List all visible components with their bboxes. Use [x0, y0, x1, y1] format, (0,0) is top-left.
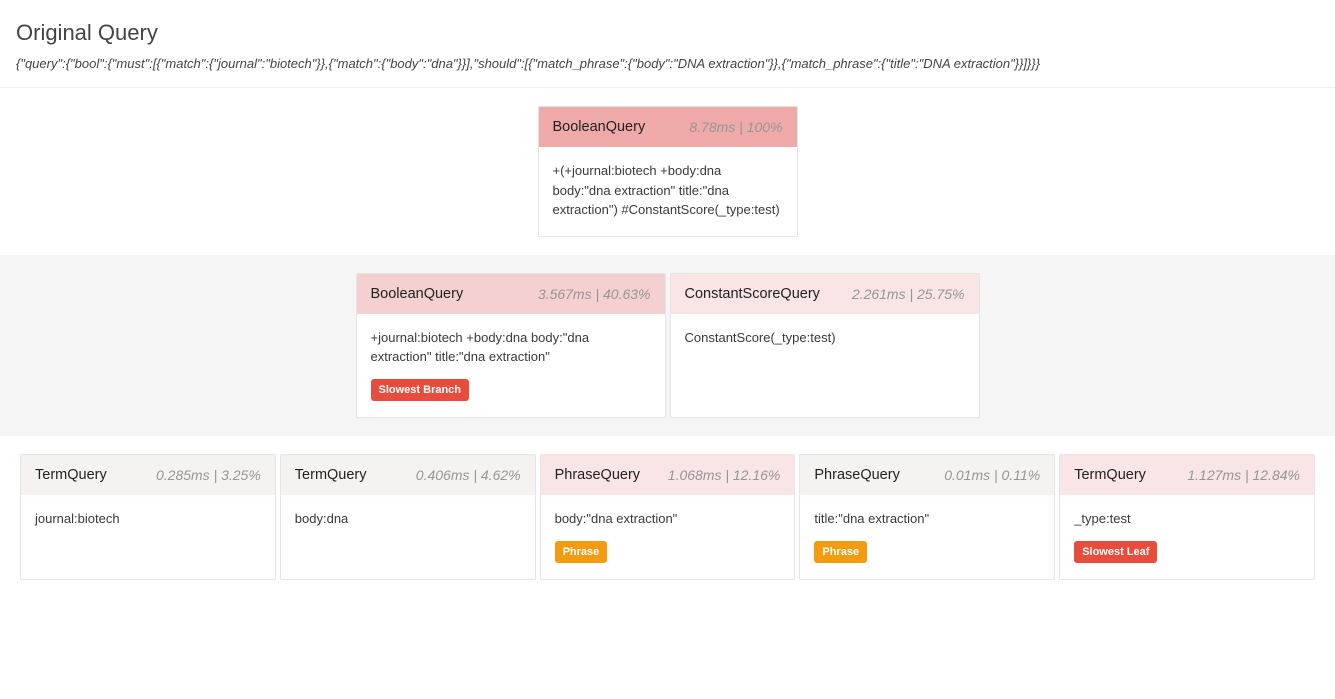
original-query-json: {"query":{"bool":{"must":[{"match":{"jou… [16, 56, 1319, 71]
query-node-stats: 1.127ms | 12.84% [1187, 467, 1300, 483]
query-node-header: PhraseQuery 0.01ms | 0.11% [800, 455, 1054, 495]
query-node-stats: 1.068ms | 12.16% [668, 467, 781, 483]
query-node-stats: 8.78ms | 100% [689, 119, 782, 135]
query-node-header: TermQuery 1.127ms | 12.84% [1060, 455, 1314, 495]
query-node-body: _type:testSlowest Leaf [1060, 495, 1314, 579]
status-badge: Slowest Branch [371, 379, 470, 402]
query-node-title: BooleanQuery [553, 119, 646, 135]
query-node-body: body:"dna extraction"Phrase [541, 495, 795, 579]
query-node-title: PhraseQuery [814, 467, 899, 483]
query-node-header: TermQuery 0.406ms | 4.62% [281, 455, 535, 495]
tree-level-1: BooleanQuery 3.567ms | 40.63% +journal:bio… [0, 255, 1335, 437]
query-node-stats: 0.01ms | 0.11% [944, 467, 1040, 483]
status-badge: Phrase [555, 541, 608, 564]
tree-level-0: BooleanQuery 8.78ms | 100% +(+journal:bi… [0, 88, 1335, 255]
query-node-header: ConstantScoreQuery 2.261ms | 25.75% [671, 274, 979, 314]
query-node-title: TermQuery [1074, 467, 1146, 483]
query-node-body: body:dna [281, 495, 535, 579]
query-node-title: TermQuery [35, 467, 107, 483]
original-query-header: Original Query {"query":{"bool":{"must":… [0, 0, 1335, 88]
query-node-stats: 2.261ms | 25.75% [852, 286, 965, 302]
query-node-leaf-3[interactable]: PhraseQuery 0.01ms | 0.11% title:"dna extr… [799, 454, 1055, 580]
query-node-body: +(+journal:biotech +body:dna body:"dna e… [539, 147, 797, 236]
query-node-body: +journal:biotech +body:dna body:"dna ext… [357, 314, 665, 418]
status-badge: Phrase [814, 541, 867, 564]
query-node-title: ConstantScoreQuery [685, 286, 820, 302]
query-node-header: TermQuery 0.285ms | 3.25% [21, 455, 275, 495]
query-node-root[interactable]: BooleanQuery 8.78ms | 100% +(+journal:bi… [538, 106, 798, 237]
query-node-mid-0[interactable]: BooleanQuery 3.567ms | 40.63% +journal:bio… [356, 273, 666, 419]
query-node-leaf-1[interactable]: TermQuery 0.406ms | 4.62% body:dna [280, 454, 536, 580]
query-node-header: BooleanQuery 8.78ms | 100% [539, 107, 797, 147]
query-node-title: BooleanQuery [371, 286, 464, 302]
status-badge: Slowest Leaf [1074, 541, 1157, 564]
query-node-stats: 0.285ms | 3.25% [156, 467, 261, 483]
query-node-stats: 3.567ms | 40.63% [538, 286, 651, 302]
query-node-leaf-4[interactable]: TermQuery 1.127ms | 12.84% _type:testSlowe… [1059, 454, 1315, 580]
query-node-leaf-2[interactable]: PhraseQuery 1.068ms | 12.16% body:"dna ext… [540, 454, 796, 580]
query-node-title: PhraseQuery [555, 467, 640, 483]
query-node-leaf-0[interactable]: TermQuery 0.285ms | 3.25% journal:biotech [20, 454, 276, 580]
query-node-stats: 0.406ms | 4.62% [416, 467, 521, 483]
query-node-body: title:"dna extraction"Phrase [800, 495, 1054, 579]
query-node-mid-1[interactable]: ConstantScoreQuery2.261ms | 25.75%Consta… [670, 273, 980, 419]
tree-level-2: TermQuery0.285ms | 3.25%journal:biotechT… [0, 436, 1335, 598]
query-node-title: TermQuery [295, 467, 367, 483]
page-title: Original Query [16, 20, 1319, 46]
query-node-body: ConstantScore(_type:test) [671, 314, 979, 418]
query-node-body: journal:biotech [21, 495, 275, 579]
query-node-header: BooleanQuery 3.567ms | 40.63% [357, 274, 665, 314]
query-node-header: PhraseQuery 1.068ms | 12.16% [541, 455, 795, 495]
